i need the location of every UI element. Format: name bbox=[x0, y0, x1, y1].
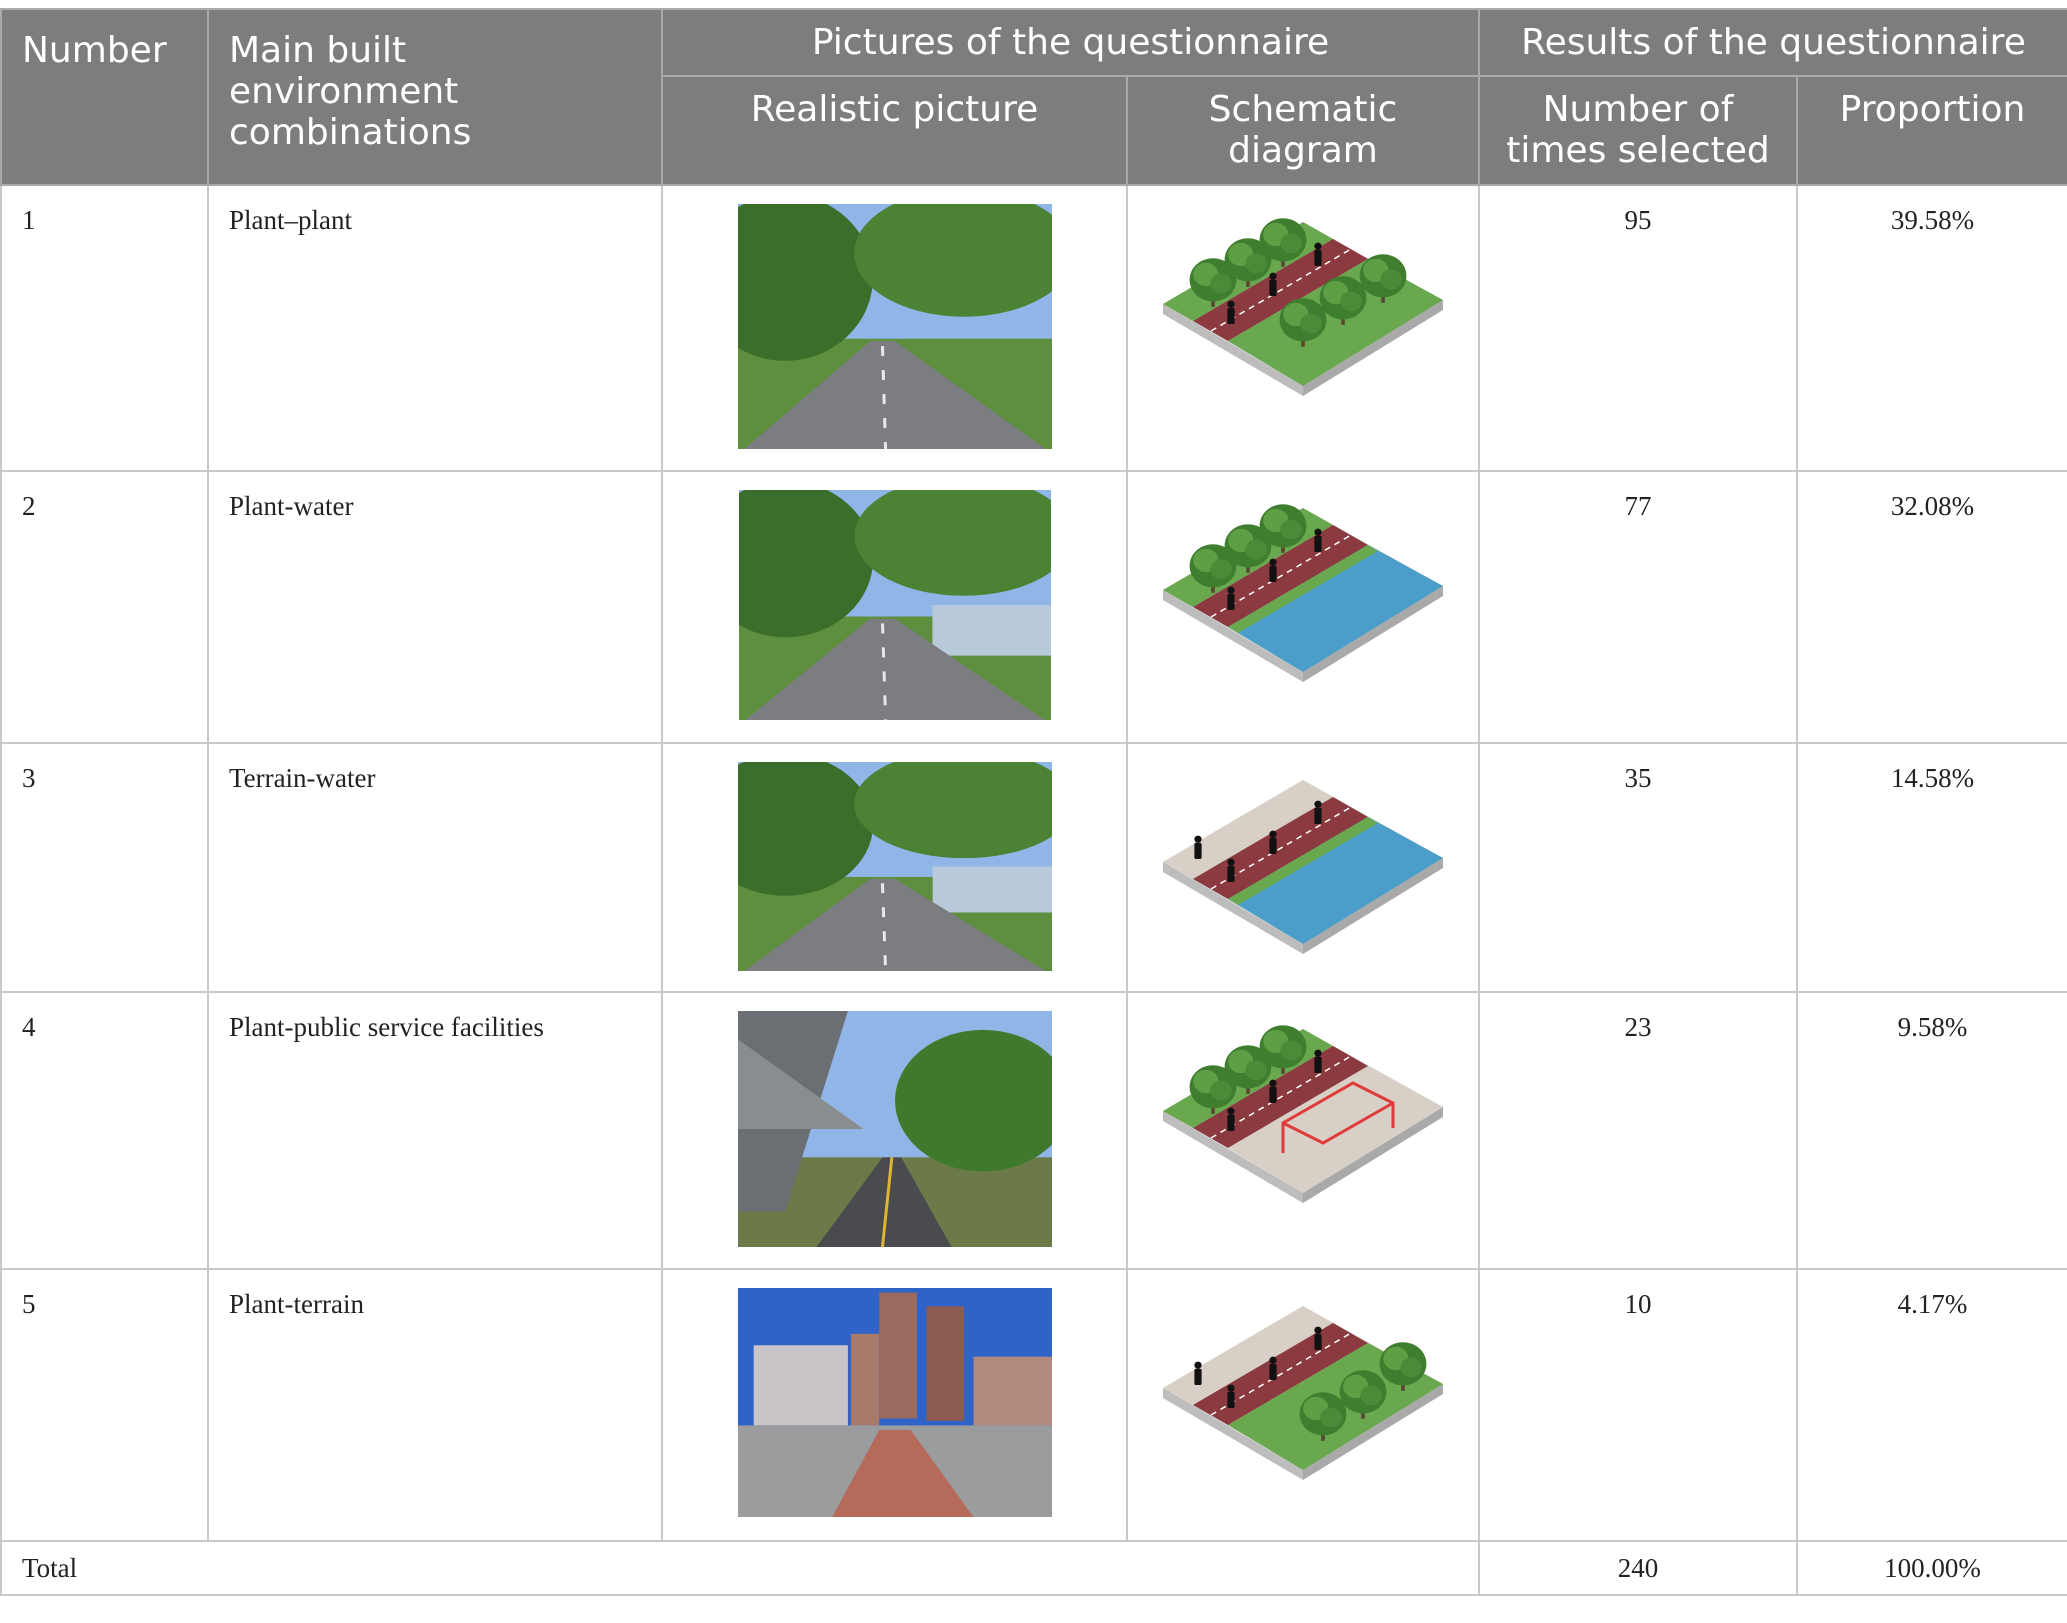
row-number: 4 bbox=[0, 991, 209, 1270]
row-times-selected: 35 bbox=[1478, 742, 1798, 993]
row-proportion: 9.58% bbox=[1795, 991, 2067, 1270]
row-times-selected: 10 bbox=[1478, 1268, 1798, 1542]
schematic-diagram bbox=[1163, 780, 1443, 954]
schematic-diagram bbox=[1163, 218, 1443, 396]
total-label: Total bbox=[0, 1540, 1480, 1596]
realistic-photo bbox=[738, 490, 1051, 720]
schematic-diagram bbox=[1163, 1306, 1443, 1480]
header-realistic: Realistic picture bbox=[661, 75, 1128, 186]
row-number: 1 bbox=[0, 184, 209, 472]
row-combination: Terrain-water bbox=[207, 742, 663, 993]
header-proportion: Proportion bbox=[1795, 75, 2067, 186]
header-schematic: Schematic diagram bbox=[1126, 75, 1480, 186]
row-combination: Plant-public service facilities bbox=[207, 991, 663, 1270]
header-results-group: Results of the questionnaire bbox=[1477, 8, 2067, 77]
row-schematic-diagram bbox=[1126, 742, 1480, 993]
realistic-photo bbox=[737, 204, 1052, 449]
realistic-photo bbox=[737, 762, 1052, 971]
row-proportion: 14.58% bbox=[1795, 742, 2067, 993]
row-schematic-diagram bbox=[1126, 1268, 1480, 1542]
row-proportion: 39.58% bbox=[1795, 184, 2067, 472]
table-row: 4 Plant-public service facilities 23 9.58% bbox=[0, 991, 2067, 1270]
row-number: 3 bbox=[0, 742, 209, 993]
total-times: 240 bbox=[1478, 1540, 1798, 1596]
row-realistic-picture bbox=[661, 1268, 1128, 1542]
row-realistic-picture bbox=[661, 470, 1128, 744]
total-proportion: 100.00% bbox=[1795, 1540, 2067, 1596]
header-number: Number bbox=[0, 8, 209, 186]
row-number: 2 bbox=[0, 470, 209, 744]
header-times-selected: Number of times selected bbox=[1478, 75, 1798, 186]
row-realistic-picture bbox=[661, 742, 1128, 993]
row-combination: Plant-terrain bbox=[207, 1268, 663, 1542]
row-combination: Plant–plant bbox=[207, 184, 663, 472]
table-row: 2 Plant-water 77 32.08% bbox=[0, 470, 2067, 744]
table-row: 3 Terrain-water 35 14.58% bbox=[0, 742, 2067, 993]
row-schematic-diagram bbox=[1126, 470, 1480, 744]
row-times-selected: 23 bbox=[1478, 991, 1798, 1270]
results-table: Number Main built environment combinatio… bbox=[0, 8, 2067, 1596]
row-combination: Plant-water bbox=[207, 470, 663, 744]
schematic-diagram bbox=[1163, 1025, 1443, 1203]
table-row: 1 Plant–plant 95 39.58% bbox=[0, 184, 2067, 472]
row-proportion: 32.08% bbox=[1795, 470, 2067, 744]
total-row: Total 240 100.00% bbox=[0, 1540, 2067, 1596]
row-times-selected: 77 bbox=[1478, 470, 1798, 744]
row-schematic-diagram bbox=[1126, 184, 1480, 472]
header-pictures-group: Pictures of the questionnaire bbox=[661, 8, 1480, 77]
header-combination: Main built environment combinations bbox=[207, 8, 663, 186]
row-number: 5 bbox=[0, 1268, 209, 1542]
row-proportion: 4.17% bbox=[1795, 1268, 2067, 1542]
realistic-photo bbox=[737, 1011, 1052, 1247]
row-realistic-picture bbox=[661, 184, 1128, 472]
row-times-selected: 95 bbox=[1478, 184, 1798, 472]
table-row: 5 Plant-terrain 10 4.17% bbox=[0, 1268, 2067, 1542]
row-realistic-picture bbox=[661, 991, 1128, 1270]
realistic-photo bbox=[737, 1288, 1052, 1517]
schematic-diagram bbox=[1163, 504, 1443, 682]
row-schematic-diagram bbox=[1126, 991, 1480, 1270]
